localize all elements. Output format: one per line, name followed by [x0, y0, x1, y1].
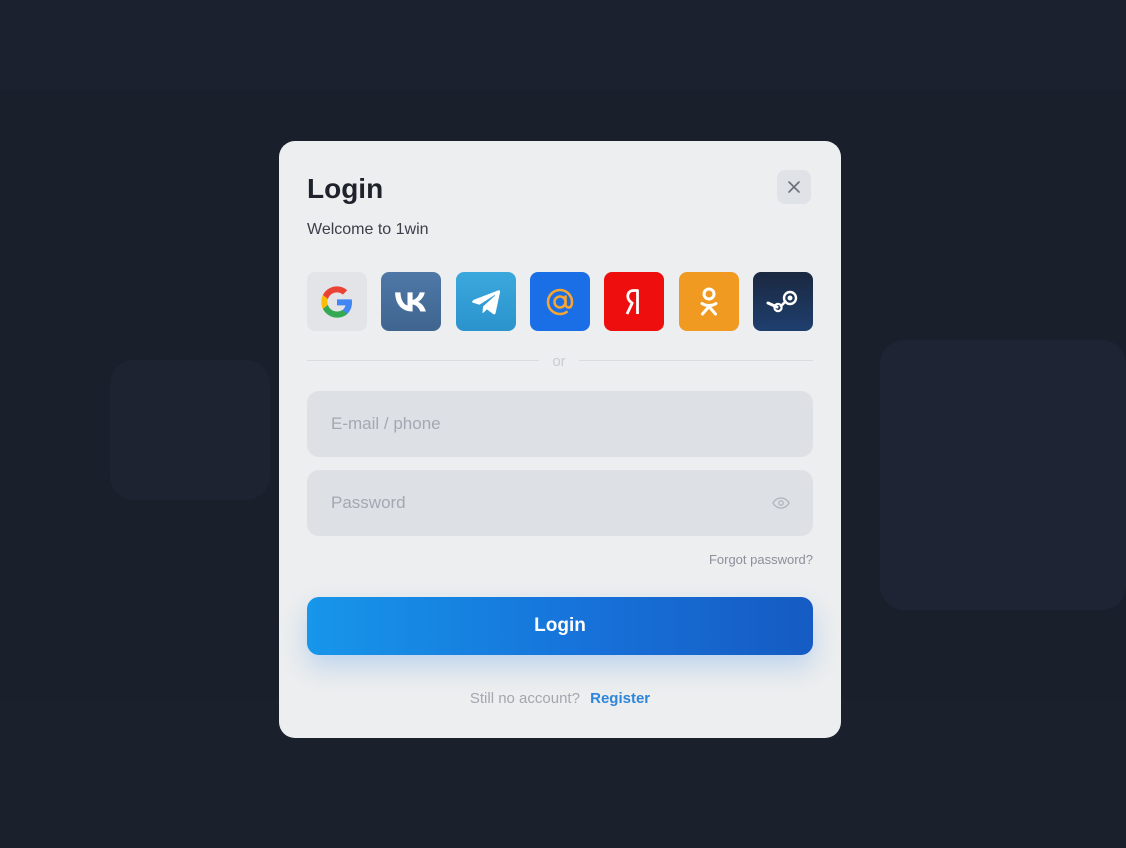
forgot-password-link[interactable]: Forgot password? — [709, 552, 813, 567]
social-login-row — [307, 272, 813, 331]
eye-icon — [772, 497, 790, 509]
login-button[interactable]: Login — [307, 597, 813, 655]
telegram-login-button[interactable] — [455, 272, 516, 331]
google-login-button[interactable] — [307, 272, 367, 331]
odnoklassniki-login-button[interactable] — [678, 272, 739, 331]
telegram-icon — [471, 289, 500, 314]
close-icon — [788, 181, 800, 193]
divider-line-left — [307, 360, 539, 361]
email-phone-input[interactable] — [307, 391, 813, 457]
password-visibility-toggle[interactable] — [771, 494, 791, 512]
yandex-icon — [626, 288, 640, 315]
modal-title: Login — [307, 173, 384, 204]
login-modal: Login Welcome to 1win or E-mail / phone … — [279, 141, 841, 738]
email-phone-field-container — [307, 391, 813, 457]
divider-text: or — [552, 353, 566, 370]
no-account-text: Still no account? — [469, 690, 580, 707]
register-prompt: Still no account? Register — [279, 690, 841, 707]
password-field-container — [307, 470, 813, 536]
google-icon — [321, 285, 352, 318]
password-input[interactable] — [307, 470, 813, 536]
background-banner-blur — [880, 340, 1126, 610]
divider-line-right — [579, 360, 813, 361]
background-header-blur — [0, 0, 1126, 90]
steam-login-button[interactable] — [752, 272, 813, 331]
vk-login-button[interactable] — [381, 272, 442, 331]
steam-icon — [766, 290, 798, 312]
mail-ru-login-button[interactable] — [529, 272, 590, 331]
modal-subtitle: Welcome to 1win — [307, 221, 429, 238]
register-link[interactable]: Register — [590, 690, 650, 707]
yandex-login-button[interactable] — [604, 272, 665, 331]
odnoklassniki-icon — [700, 287, 718, 315]
vk-icon — [395, 291, 427, 311]
mail-at-icon — [546, 288, 574, 315]
or-divider: or — [307, 351, 813, 371]
close-button[interactable] — [777, 170, 811, 204]
background-card-blur — [110, 360, 270, 500]
